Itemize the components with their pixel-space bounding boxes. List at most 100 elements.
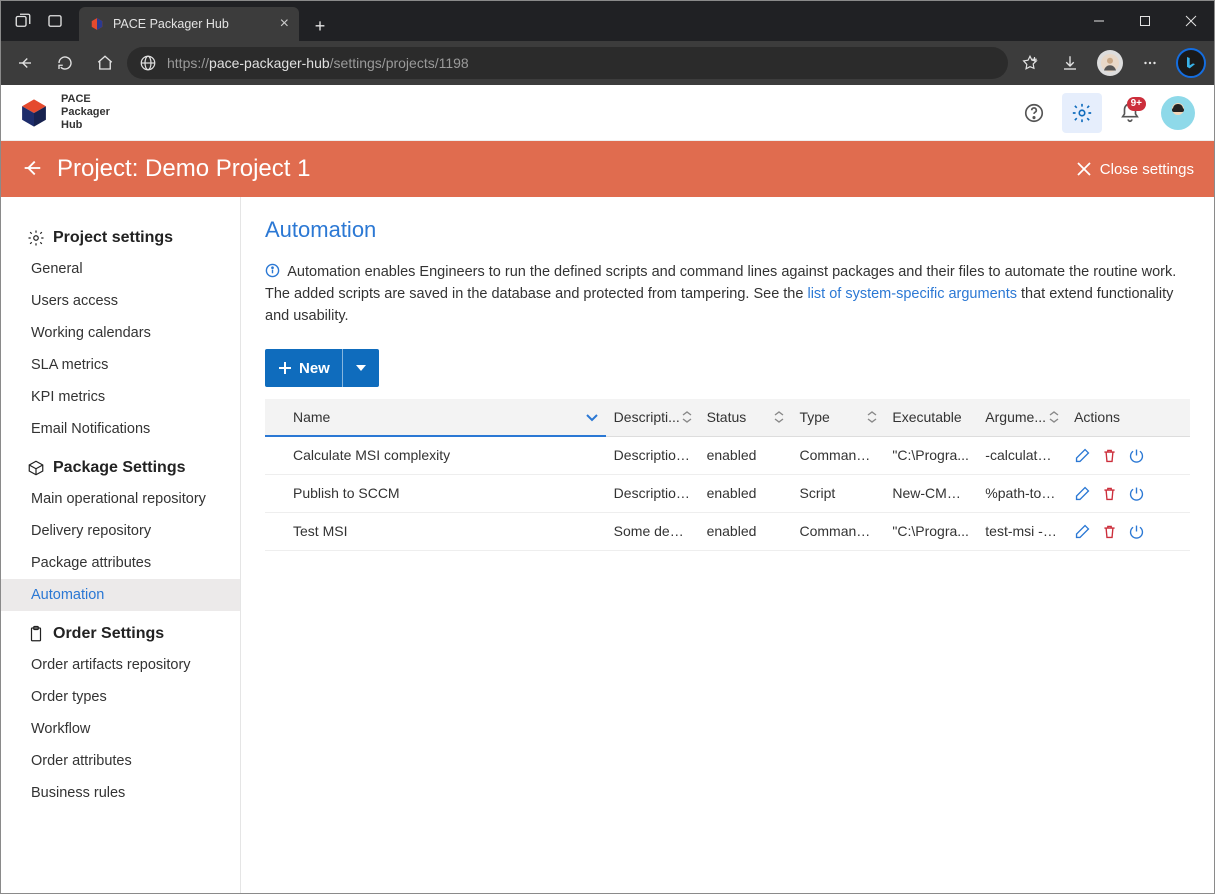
site-info-icon[interactable] (139, 54, 157, 72)
col-executable[interactable]: Executable (884, 399, 977, 436)
table-row[interactable]: Publish to SCCM Description ... enabled … (265, 474, 1190, 512)
cell-name: Test MSI (265, 512, 606, 550)
power-icon[interactable] (1128, 485, 1145, 502)
nav-refresh-button[interactable] (47, 45, 83, 81)
help-button[interactable] (1014, 93, 1054, 133)
cell-type: Command li... (791, 436, 884, 474)
cell-type: Command li... (791, 512, 884, 550)
favorites-button[interactable] (1012, 45, 1048, 81)
sidebar-item[interactable]: Working calendars (1, 317, 240, 349)
col-actions: Actions (1066, 399, 1190, 436)
sort-icon (584, 409, 600, 425)
system-arguments-link[interactable]: list of system-specific arguments (807, 286, 1017, 302)
window-minimize-button[interactable] (1076, 1, 1122, 41)
sidebar-item[interactable]: General (1, 253, 240, 285)
cell-actions (1066, 512, 1190, 550)
cell-arguments: test-msi --v... (977, 512, 1066, 550)
bing-button[interactable] (1176, 48, 1206, 78)
sidebar-item[interactable]: Order attributes (1, 745, 240, 777)
profile-button[interactable] (1092, 45, 1128, 81)
sidebar-item[interactable]: Order types (1, 681, 240, 713)
table-row[interactable]: Test MSI Some descr... enabled Command l… (265, 512, 1190, 550)
sidebar-item[interactable]: Automation (1, 579, 240, 611)
cell-description: Description ... (606, 474, 699, 512)
notification-badge: 9+ (1127, 97, 1146, 111)
sort-icon (773, 411, 785, 423)
cube-icon (17, 96, 51, 130)
cell-executable: "C:\Progra... (884, 512, 977, 550)
url-text: https://pace-packager-hub/settings/proje… (167, 55, 996, 71)
sidebar-item[interactable]: Package attributes (1, 547, 240, 579)
info-text: Automation enables Engineers to run the … (265, 261, 1190, 327)
sort-icon (1048, 411, 1060, 423)
sidebar-item[interactable]: KPI metrics (1, 381, 240, 413)
delete-icon[interactable] (1101, 523, 1118, 540)
sort-icon (681, 411, 693, 423)
sidebar-item[interactable]: Delivery repository (1, 515, 240, 547)
new-button-dropdown[interactable] (342, 349, 379, 387)
nav-back-button[interactable] (7, 45, 43, 81)
project-title: Project: Demo Project 1 (57, 155, 310, 183)
plus-icon (277, 360, 293, 376)
delete-icon[interactable] (1101, 447, 1118, 464)
cell-arguments: -calculate-c... (977, 436, 1066, 474)
cell-name: Publish to SCCM (265, 474, 606, 512)
tab-list-icon[interactable] (39, 5, 71, 37)
settings-button[interactable] (1062, 93, 1102, 133)
notifications-button[interactable]: 9+ (1110, 93, 1150, 133)
delete-icon[interactable] (1101, 485, 1118, 502)
tab-actions-icon[interactable] (7, 5, 39, 37)
cell-name: Calculate MSI complexity (265, 436, 606, 474)
new-button-main[interactable]: New (265, 349, 342, 387)
browser-titlebar: PACE Packager Hub × + (1, 1, 1214, 41)
sidebar-section-package-settings: Package Settings (1, 453, 240, 483)
new-tab-button[interactable]: + (305, 11, 335, 41)
window-maximize-button[interactable] (1122, 1, 1168, 41)
cell-arguments: %path-to-o... (977, 474, 1066, 512)
cell-description: Some descr... (606, 512, 699, 550)
cell-description: Description ... (606, 436, 699, 474)
edit-icon[interactable] (1074, 523, 1091, 540)
browser-tab[interactable]: PACE Packager Hub × (79, 7, 299, 41)
sidebar-item[interactable]: Order artifacts repository (1, 649, 240, 681)
sidebar-item[interactable]: SLA metrics (1, 349, 240, 381)
sidebar-section-project-settings: Project settings (1, 223, 240, 253)
col-status[interactable]: Status (699, 399, 792, 436)
address-bar[interactable]: https://pace-packager-hub/settings/proje… (127, 47, 1008, 79)
table-row[interactable]: Calculate MSI complexity Description ...… (265, 436, 1190, 474)
col-name[interactable]: Name (265, 399, 606, 436)
col-arguments[interactable]: Argume... (977, 399, 1066, 436)
nav-home-button[interactable] (87, 45, 123, 81)
new-button[interactable]: New (265, 349, 379, 387)
downloads-button[interactable] (1052, 45, 1088, 81)
package-icon (27, 459, 45, 477)
power-icon[interactable] (1128, 523, 1145, 540)
sidebar-item[interactable]: Email Notifications (1, 413, 240, 445)
sidebar-item[interactable]: Main operational repository (1, 483, 240, 515)
automation-table: Name Descripti... Status Type Executable… (265, 399, 1190, 551)
col-type[interactable]: Type (791, 399, 884, 436)
user-avatar[interactable] (1158, 93, 1198, 133)
clipboard-icon (27, 625, 45, 643)
cell-type: Script (791, 474, 884, 512)
close-settings-button[interactable]: Close settings (1076, 161, 1194, 178)
more-button[interactable] (1132, 45, 1168, 81)
brand-logo[interactable]: PACEPackagerHub (17, 93, 110, 132)
col-description[interactable]: Descripti... (606, 399, 699, 436)
tab-close-icon[interactable]: × (280, 15, 289, 33)
power-icon[interactable] (1128, 447, 1145, 464)
back-button[interactable] (21, 157, 43, 182)
sidebar-item[interactable]: Users access (1, 285, 240, 317)
sidebar-item[interactable]: Business rules (1, 777, 240, 809)
chevron-down-icon (353, 360, 369, 376)
cell-status: enabled (699, 512, 792, 550)
sidebar-item[interactable]: Workflow (1, 713, 240, 745)
cell-actions (1066, 474, 1190, 512)
info-icon (265, 263, 280, 278)
cell-status: enabled (699, 474, 792, 512)
window-close-button[interactable] (1168, 1, 1214, 41)
edit-icon[interactable] (1074, 485, 1091, 502)
edit-icon[interactable] (1074, 447, 1091, 464)
sidebar: Project settings GeneralUsers accessWork… (1, 197, 241, 893)
app-header: PACEPackagerHub 9+ (1, 85, 1214, 141)
